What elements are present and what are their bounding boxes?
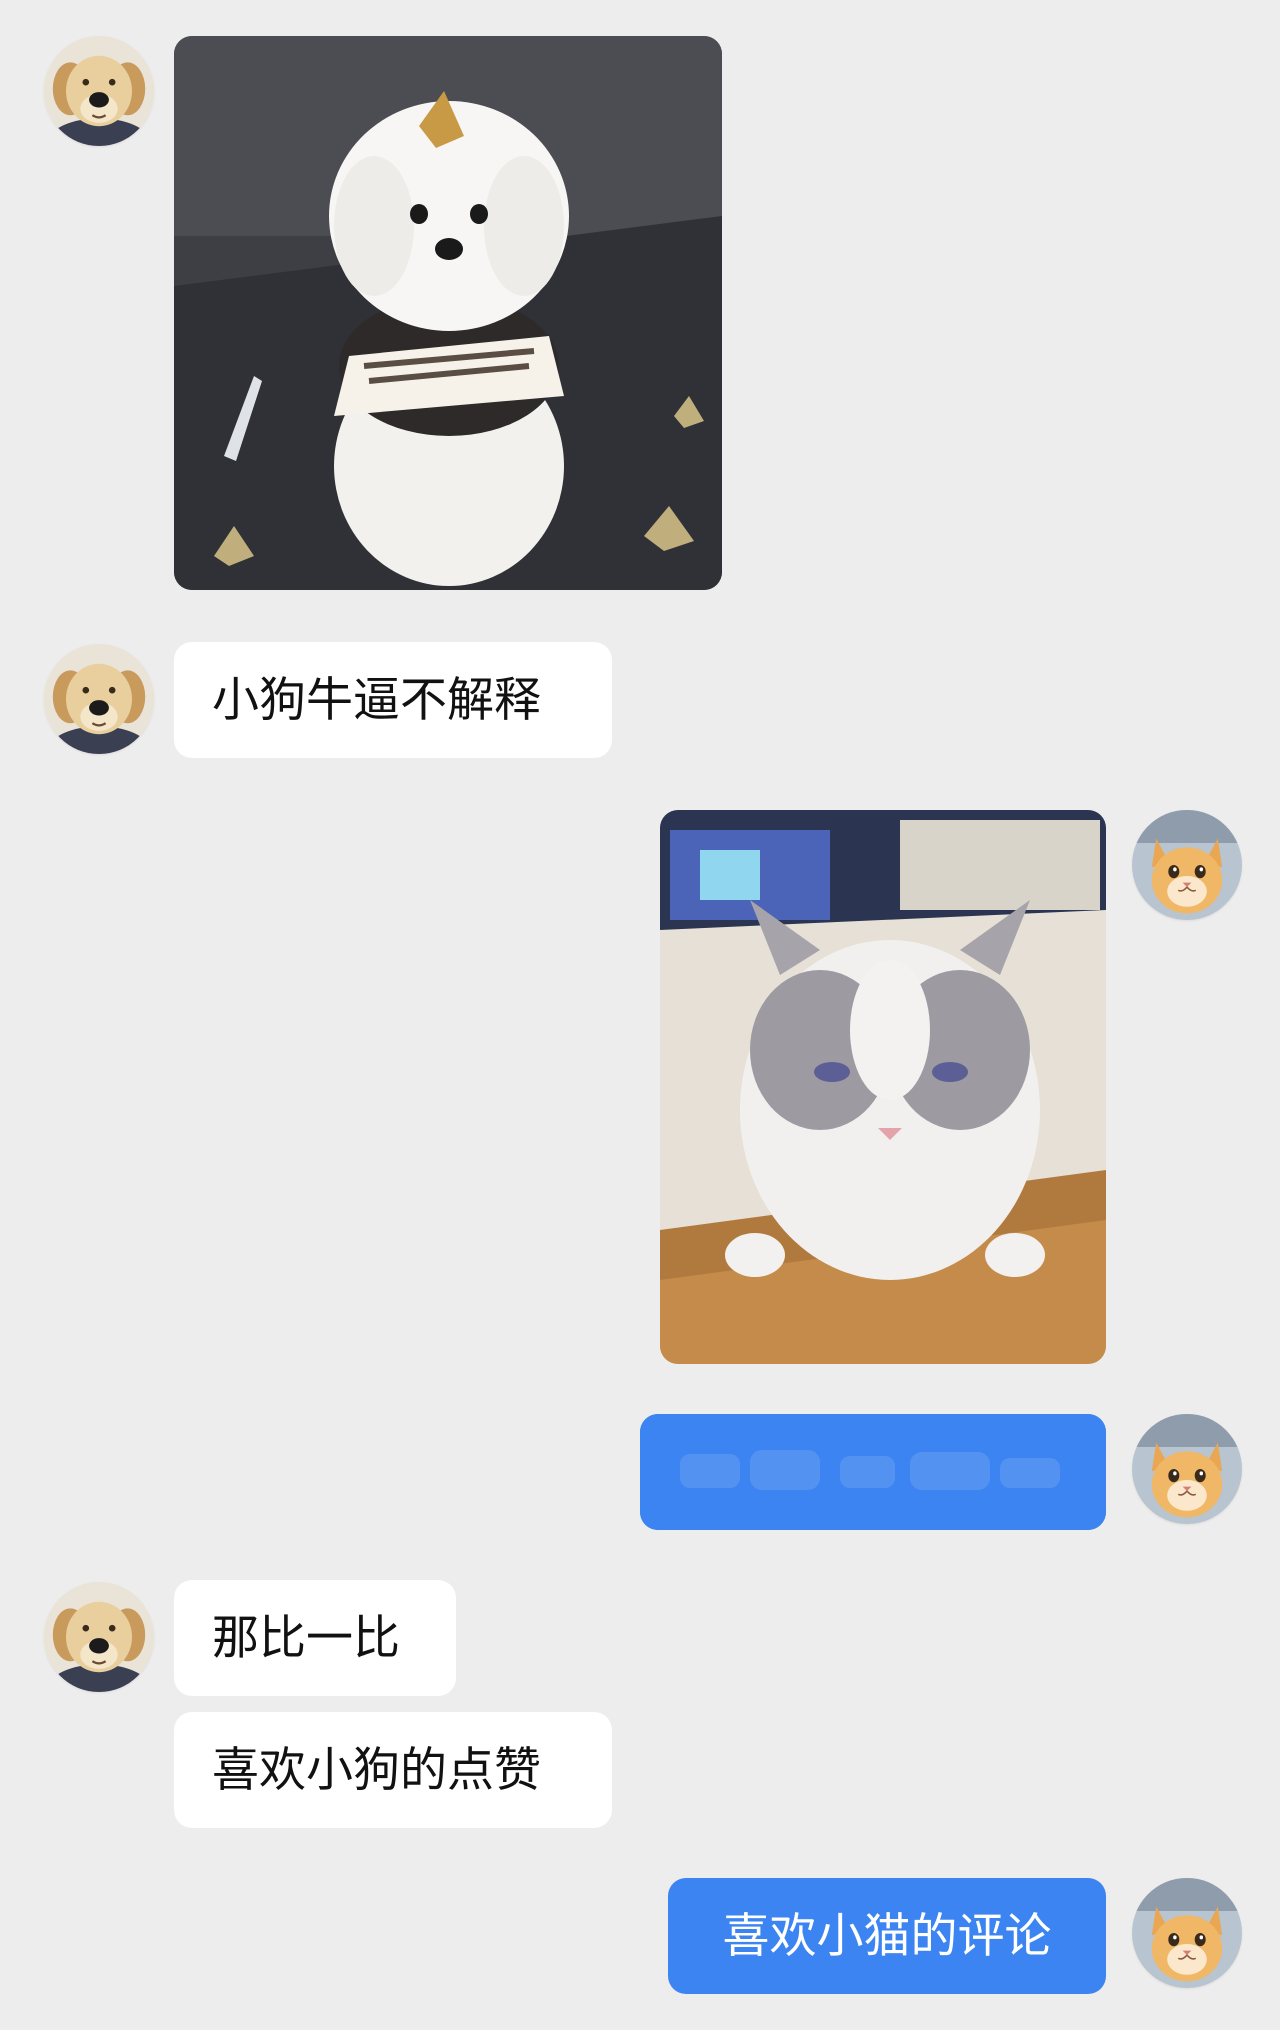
dog-user-avatar[interactable] <box>44 1582 154 1692</box>
message-bubble-outgoing-redacted[interactable] <box>640 1414 1106 1530</box>
orange-cat-avatar-icon <box>1132 1878 1242 1988</box>
orange-cat-avatar-icon <box>1132 1414 1242 1524</box>
cat-photo-icon <box>660 810 1106 1364</box>
message-bubble-outgoing[interactable]: 喜欢小猫的评论 <box>668 1878 1106 1994</box>
message-text: 那比一比 <box>212 1610 400 1666</box>
dog-photo-icon <box>174 36 722 590</box>
message-text: 小狗牛逼不解释 <box>212 672 541 728</box>
cat-photo-message[interactable] <box>660 810 1106 1364</box>
message-bubble-incoming[interactable]: 小狗牛逼不解释 <box>174 642 612 758</box>
golden-retriever-puppy-avatar-icon <box>44 1582 154 1692</box>
dog-user-avatar[interactable] <box>44 36 154 146</box>
message-bubble-incoming[interactable]: 那比一比 <box>174 1580 456 1696</box>
orange-cat-avatar-icon <box>1132 810 1242 920</box>
message-text: 喜欢小狗的点赞 <box>212 1742 541 1798</box>
cat-user-avatar[interactable] <box>1132 1414 1242 1524</box>
golden-retriever-puppy-avatar-icon <box>44 644 154 754</box>
message-bubble-incoming[interactable]: 喜欢小狗的点赞 <box>174 1712 612 1828</box>
dog-user-avatar[interactable] <box>44 644 154 754</box>
cat-user-avatar[interactable] <box>1132 810 1242 920</box>
message-text: 喜欢小猫的评论 <box>722 1908 1052 1964</box>
cat-user-avatar[interactable] <box>1132 1878 1242 1988</box>
redacted-text-icon <box>640 1414 1106 1530</box>
dog-photo-message[interactable] <box>174 36 722 590</box>
golden-retriever-puppy-avatar-icon <box>44 36 154 146</box>
